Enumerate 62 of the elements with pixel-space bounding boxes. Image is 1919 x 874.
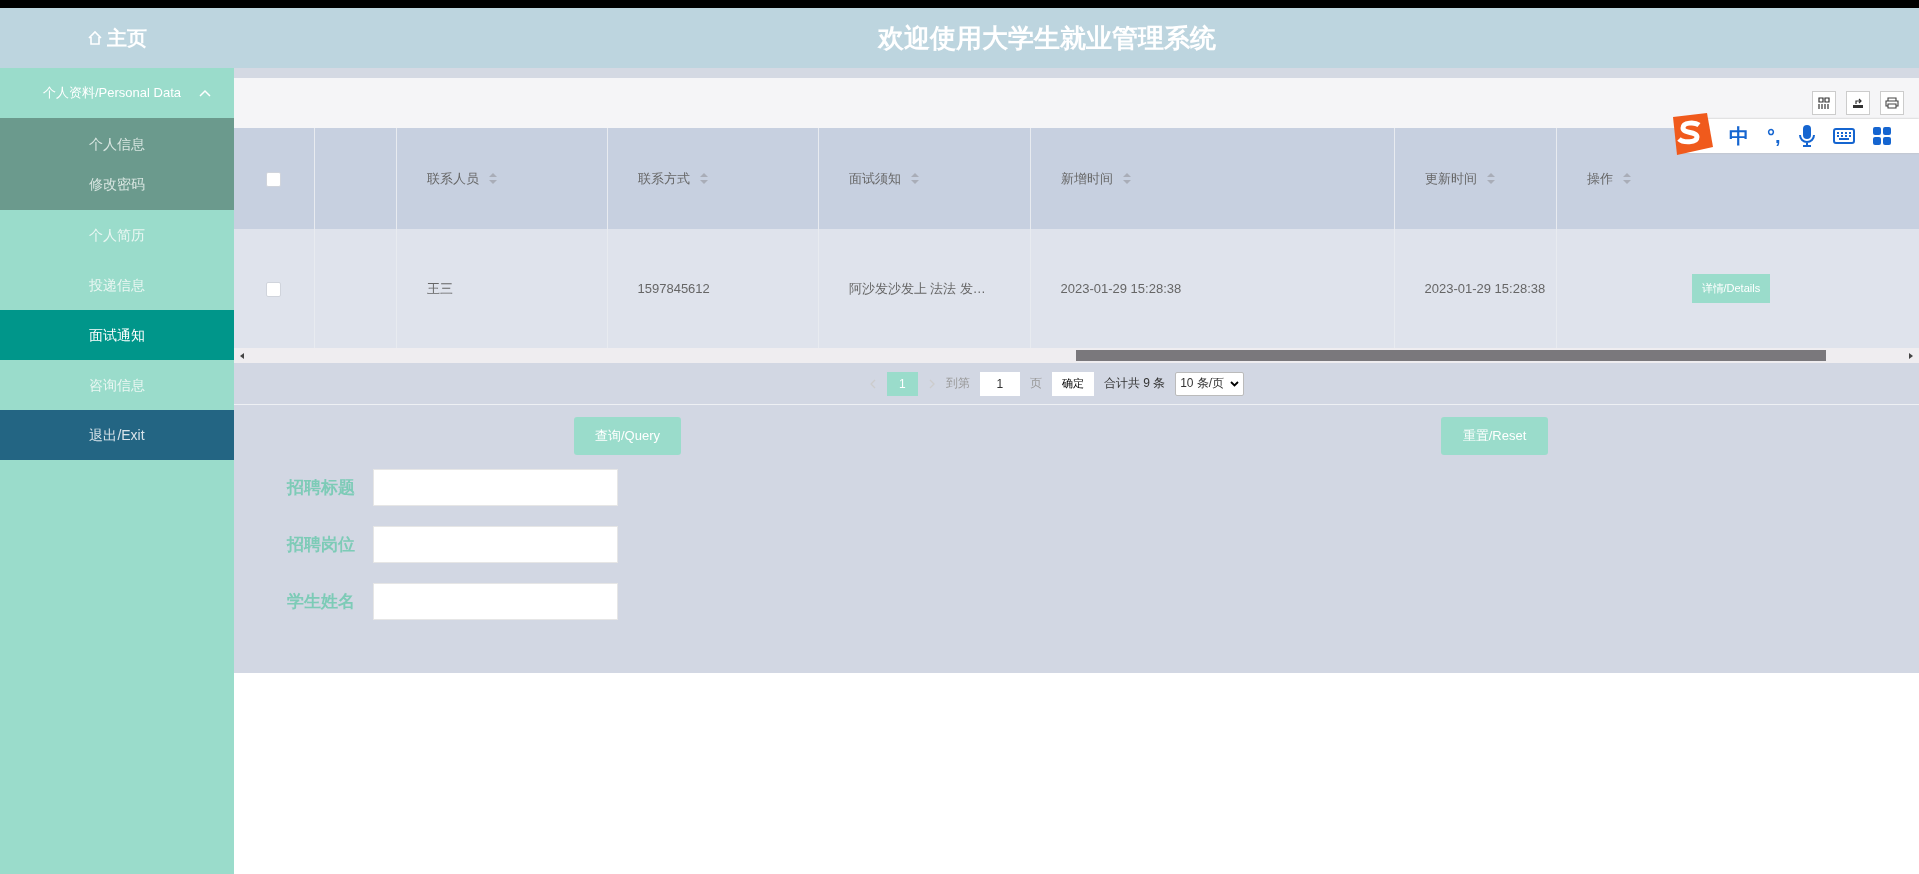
page-title: 欢迎使用大学生就业管理系统 xyxy=(876,21,1217,55)
table-cell: 2023-01-29 15:28:38 xyxy=(1060,281,1182,296)
keyboard-icon[interactable] xyxy=(1832,128,1855,144)
caret-icon xyxy=(1230,380,1240,387)
submenu-item[interactable]: 修改密码 xyxy=(89,164,145,204)
print-icon xyxy=(1885,97,1899,109)
sidebar-item[interactable]: 面试通知 xyxy=(0,310,234,360)
details-button[interactable]: 详情/Details xyxy=(1691,274,1771,303)
columns-button[interactable] xyxy=(1812,91,1836,115)
checkbox[interactable] xyxy=(266,281,282,297)
home-link[interactable]: 主页 xyxy=(107,24,147,52)
punctuation-mode[interactable]: °, xyxy=(1767,124,1781,148)
input-field[interactable] xyxy=(373,526,618,563)
column-header: 更新时间 xyxy=(1424,169,1477,188)
export-icon xyxy=(1852,97,1864,109)
scroll-left-icon[interactable] xyxy=(238,351,246,360)
input-field[interactable] xyxy=(373,583,618,620)
field-label: 招聘标题 xyxy=(287,477,356,499)
scroll-right-icon[interactable] xyxy=(1907,351,1915,360)
scrollbar[interactable] xyxy=(234,348,1919,363)
print-button[interactable] xyxy=(1880,91,1904,115)
input-field[interactable] xyxy=(373,469,618,506)
grid-icon[interactable] xyxy=(1872,127,1891,145)
field-label: 学生姓名 xyxy=(287,591,356,613)
sort-icon[interactable] xyxy=(488,173,497,184)
sort-icon[interactable] xyxy=(1622,173,1631,184)
total-count: 合计共 9 条 xyxy=(1103,375,1166,392)
sidebar-item[interactable]: 咨询信息 xyxy=(0,360,234,410)
table-cell: 1597845612 xyxy=(637,281,710,296)
column-header: 操作 xyxy=(1586,169,1613,188)
column-header: 面试须知 xyxy=(848,169,901,188)
sidebar-item[interactable]: 个人简历 xyxy=(0,210,234,260)
chevron-icon xyxy=(199,89,211,97)
page-input[interactable]: 1 xyxy=(979,371,1020,396)
page-size-select[interactable]: 10 条/页 xyxy=(1175,371,1245,396)
query-button[interactable]: 查询/Query xyxy=(574,417,681,455)
table-cell: 2023-01-29 15:28:38 xyxy=(1424,281,1546,296)
sort-icon[interactable] xyxy=(1486,173,1495,184)
microphone-icon[interactable] xyxy=(1798,125,1815,147)
sort-icon[interactable] xyxy=(699,173,708,184)
sidebar-item[interactable]: 投递信息 xyxy=(0,260,234,310)
column-header: 联系方式 xyxy=(637,169,690,188)
checkbox[interactable] xyxy=(266,171,282,187)
export-button[interactable] xyxy=(1846,91,1870,115)
home-icon xyxy=(87,30,103,46)
page-button[interactable]: 1 xyxy=(886,371,918,396)
table-cell: 王三 xyxy=(426,280,453,296)
columns-icon xyxy=(1818,97,1830,109)
page-unit: 页 xyxy=(1029,375,1042,392)
goto-label: 到第 xyxy=(945,375,970,392)
table-cell: 阿沙发沙发上 法法 发… xyxy=(848,280,986,296)
column-header: 新增时间 xyxy=(1060,169,1113,188)
sidebar-item[interactable]: 退出/Exit xyxy=(0,410,234,460)
submenu-item[interactable]: 个人信息 xyxy=(89,124,145,164)
menu-group[interactable]: 个人资料/Personal Data xyxy=(0,68,234,118)
sort-icon[interactable] xyxy=(1122,173,1131,184)
field-label: 招聘岗位 xyxy=(287,534,356,556)
input-mode[interactable]: 中 xyxy=(1729,122,1749,150)
sort-icon[interactable] xyxy=(910,173,919,184)
reset-button[interactable]: 重置/Reset xyxy=(1441,417,1548,455)
column-header: 联系人员 xyxy=(426,169,479,188)
confirm-button[interactable]: 确定 xyxy=(1051,371,1094,396)
